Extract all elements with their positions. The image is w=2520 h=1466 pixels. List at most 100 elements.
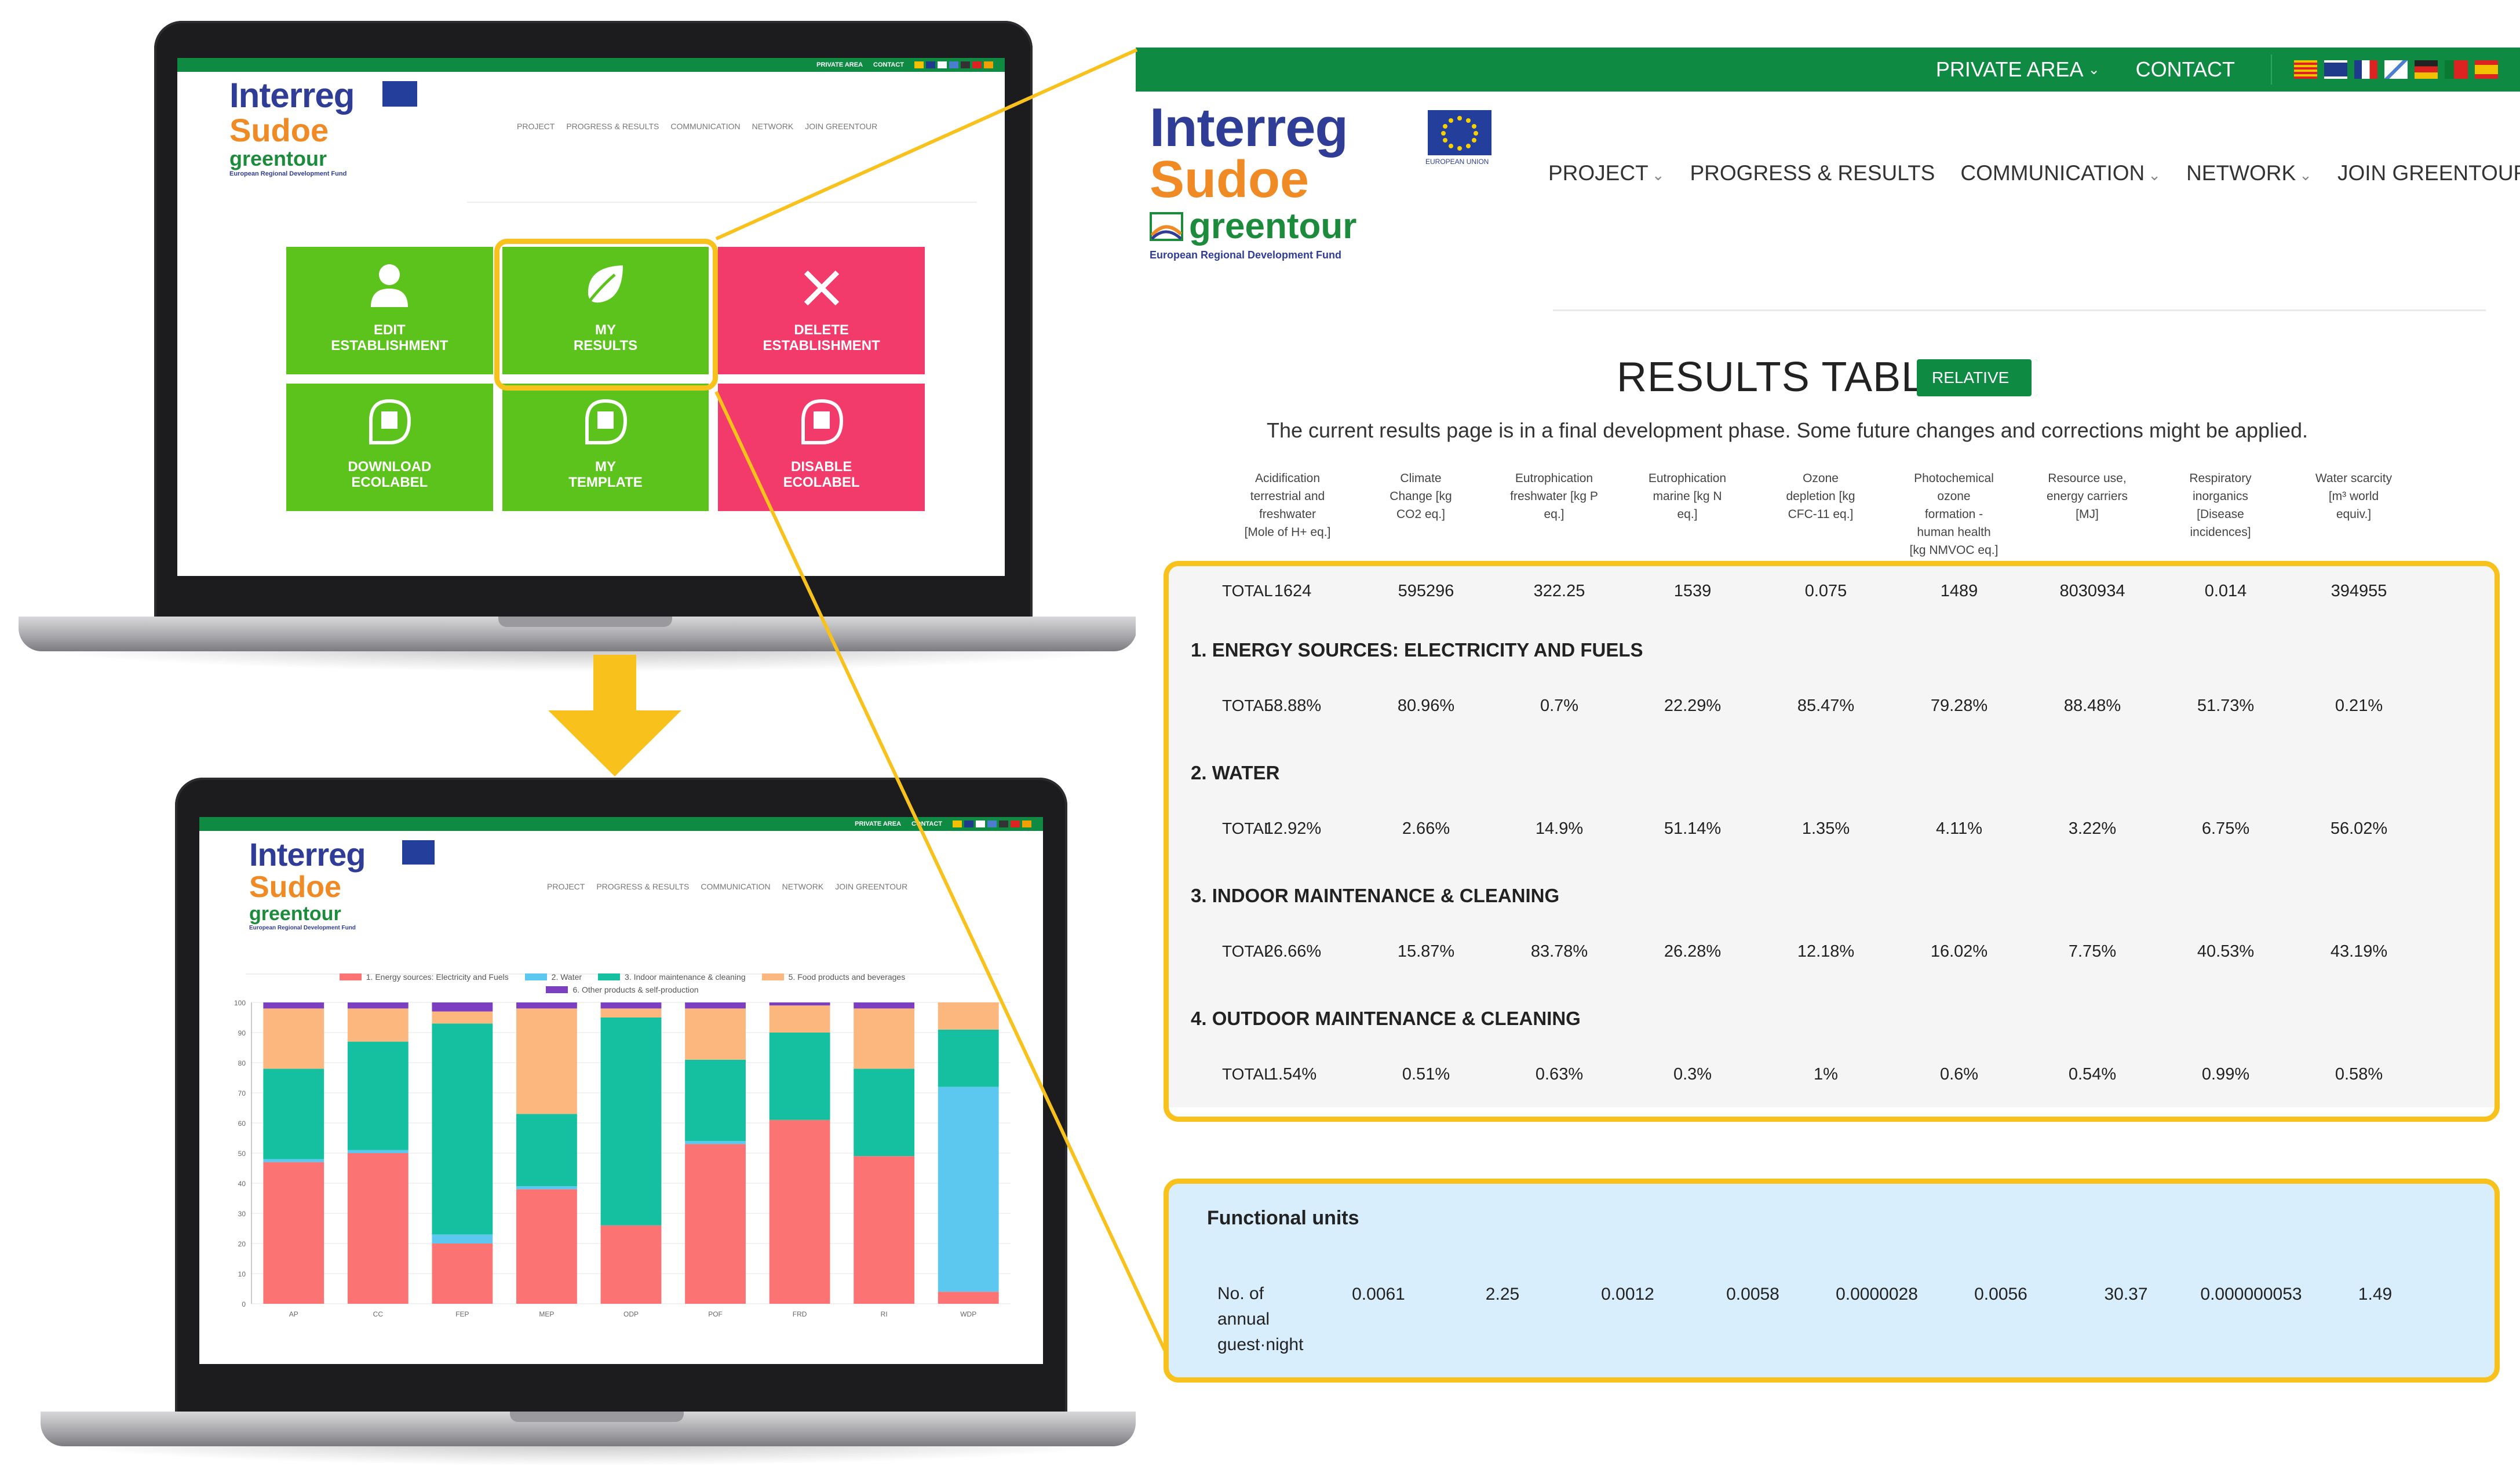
private-area-link[interactable]: PRIVATE AREA: [855, 820, 901, 827]
contact-link[interactable]: CONTACT: [2136, 57, 2235, 82]
flag-icon[interactable]: [999, 820, 1008, 827]
bar-segment[interactable]: [347, 1008, 409, 1042]
bar-segment[interactable]: [516, 1114, 577, 1187]
nav-join-greentour[interactable]: JOIN GREENTOUR⌄: [2337, 161, 2520, 185]
legend-item[interactable]: 2. Water: [524, 972, 582, 982]
bar-segment[interactable]: [263, 1002, 324, 1009]
bar-segment[interactable]: [432, 1002, 493, 1012]
nav-project[interactable]: PROJECT: [547, 882, 585, 891]
flag-icon[interactable]: [961, 61, 970, 68]
private-area-link[interactable]: PRIVATE AREA ⌄: [1936, 57, 2100, 82]
logo-sudoe: Sudoe: [229, 112, 329, 148]
my-template-tile[interactable]: MY TEMPLATE: [502, 384, 709, 511]
bar-segment[interactable]: [938, 1029, 999, 1087]
flag-germany-icon[interactable]: [2415, 60, 2438, 79]
flag-icon[interactable]: [949, 61, 958, 68]
bar-segment[interactable]: [600, 1008, 662, 1018]
x-tick-label: POF: [708, 1310, 723, 1318]
nav-join-greentour[interactable]: JOIN GREENTOUR: [835, 882, 907, 891]
bar-segment[interactable]: [347, 1150, 409, 1153]
bar-segment[interactable]: [263, 1159, 324, 1162]
bar-segment[interactable]: [263, 1008, 324, 1069]
disable-ecolabel-tile[interactable]: DISABLE ECOLABEL: [718, 384, 925, 511]
bar-segment[interactable]: [432, 1243, 493, 1304]
bar-segment[interactable]: [516, 1186, 577, 1190]
bar-segment[interactable]: [263, 1162, 324, 1304]
nav-network[interactable]: NETWORK ⌄: [2186, 161, 2312, 185]
flag-spain-icon[interactable]: [2475, 60, 2498, 79]
bar-segment[interactable]: [685, 1141, 746, 1144]
bar-segment[interactable]: [432, 1023, 493, 1235]
nav-network[interactable]: NETWORK: [782, 882, 824, 891]
flag-portugal-icon[interactable]: [2445, 60, 2468, 79]
flag-icon[interactable]: [938, 61, 947, 68]
bar-segment[interactable]: [854, 1008, 915, 1069]
bar-segment[interactable]: [347, 1041, 409, 1150]
nav-communication[interactable]: COMMUNICATION: [670, 122, 740, 131]
percentage-value: 26.66%: [1264, 942, 1322, 961]
bar-segment[interactable]: [432, 1234, 493, 1243]
flag-icon[interactable]: [1011, 820, 1020, 827]
flag-icon[interactable]: [964, 820, 973, 827]
bar-segment[interactable]: [516, 1189, 577, 1304]
bar-segment[interactable]: [769, 1119, 830, 1304]
contact-link[interactable]: CONTACT: [911, 820, 942, 827]
bar-segment[interactable]: [685, 1008, 746, 1060]
contact-link[interactable]: CONTACT: [873, 61, 904, 68]
private-area-link[interactable]: PRIVATE AREA: [816, 61, 863, 68]
nav-progress-results[interactable]: PROGRESS & RESULTS: [596, 882, 689, 891]
flag-icon[interactable]: [926, 61, 935, 68]
flag-icon[interactable]: [984, 61, 993, 68]
bar-segment[interactable]: [769, 1033, 830, 1120]
bar-segment[interactable]: [854, 1002, 915, 1009]
nav-communication[interactable]: COMMUNICATION ⌄: [1960, 161, 2161, 185]
bar-segment[interactable]: [600, 1018, 662, 1226]
bar-segment[interactable]: [347, 1002, 409, 1009]
bar-segment[interactable]: [854, 1068, 915, 1157]
nav-progress-results[interactable]: PROGRESS & RESULTS: [566, 122, 659, 131]
bar-segment[interactable]: [769, 1002, 830, 1006]
nav-progress-results[interactable]: PROGRESS & RESULTS: [1690, 161, 1935, 185]
total-value: 1624: [1274, 581, 1312, 600]
bar-segment[interactable]: [600, 1225, 662, 1304]
flag-icon[interactable]: [987, 820, 997, 827]
bar-segment[interactable]: [685, 1144, 746, 1304]
bar-segment[interactable]: [854, 1156, 915, 1304]
legend-item[interactable]: 3. Indoor maintenance & cleaning: [598, 972, 746, 982]
flag-uk-icon[interactable]: [2324, 60, 2347, 79]
legend-item[interactable]: 1. Energy sources: Electricity and Fuels: [339, 972, 509, 982]
bar-segment[interactable]: [938, 1086, 999, 1292]
relative-toggle[interactable]: RELATIVE: [1917, 359, 2037, 396]
bar-segment[interactable]: [600, 1002, 662, 1009]
nav-communication[interactable]: COMMUNICATION: [701, 882, 770, 891]
bar-segment[interactable]: [263, 1068, 324, 1159]
edit-establishment-tile[interactable]: EDIT ESTABLISHMENT: [286, 247, 493, 374]
bar-segment[interactable]: [347, 1153, 409, 1304]
flag-icon[interactable]: [1022, 820, 1031, 827]
flag-icon[interactable]: [976, 820, 985, 827]
tile-label: TEMPLATE: [568, 474, 643, 490]
bar-segment[interactable]: [516, 1002, 577, 1009]
bar-segment[interactable]: [938, 1292, 999, 1304]
nav-join-greentour[interactable]: JOIN GREENTOUR: [805, 122, 877, 131]
nav-project[interactable]: PROJECT: [517, 122, 555, 131]
bar-segment[interactable]: [938, 1002, 999, 1030]
bar-segment[interactable]: [685, 1002, 746, 1009]
bar-segment[interactable]: [685, 1059, 746, 1142]
flag-catalan-icon[interactable]: [2294, 60, 2317, 79]
flag-galicia-icon[interactable]: [2384, 60, 2408, 79]
nav-project[interactable]: PROJECT ⌄: [1548, 161, 1664, 185]
bar-segment[interactable]: [432, 1011, 493, 1024]
logo-sudoe: Sudoe: [1150, 151, 1310, 209]
legend-item[interactable]: 5. Food products and beverages: [761, 972, 905, 982]
nav-network[interactable]: NETWORK: [752, 122, 794, 131]
bar-segment[interactable]: [769, 1005, 830, 1033]
download-ecolabel-tile[interactable]: DOWNLOAD ECOLABEL: [286, 384, 493, 511]
flag-icon[interactable]: [914, 61, 924, 68]
flag-france-icon[interactable]: [2354, 60, 2377, 79]
delete-establishment-tile[interactable]: DELETE ESTABLISHMENT: [718, 247, 925, 374]
flag-icon[interactable]: [953, 820, 962, 827]
legend-item[interactable]: 6. Other products & self-production: [546, 985, 699, 994]
flag-icon[interactable]: [972, 61, 982, 68]
bar-segment[interactable]: [516, 1008, 577, 1114]
